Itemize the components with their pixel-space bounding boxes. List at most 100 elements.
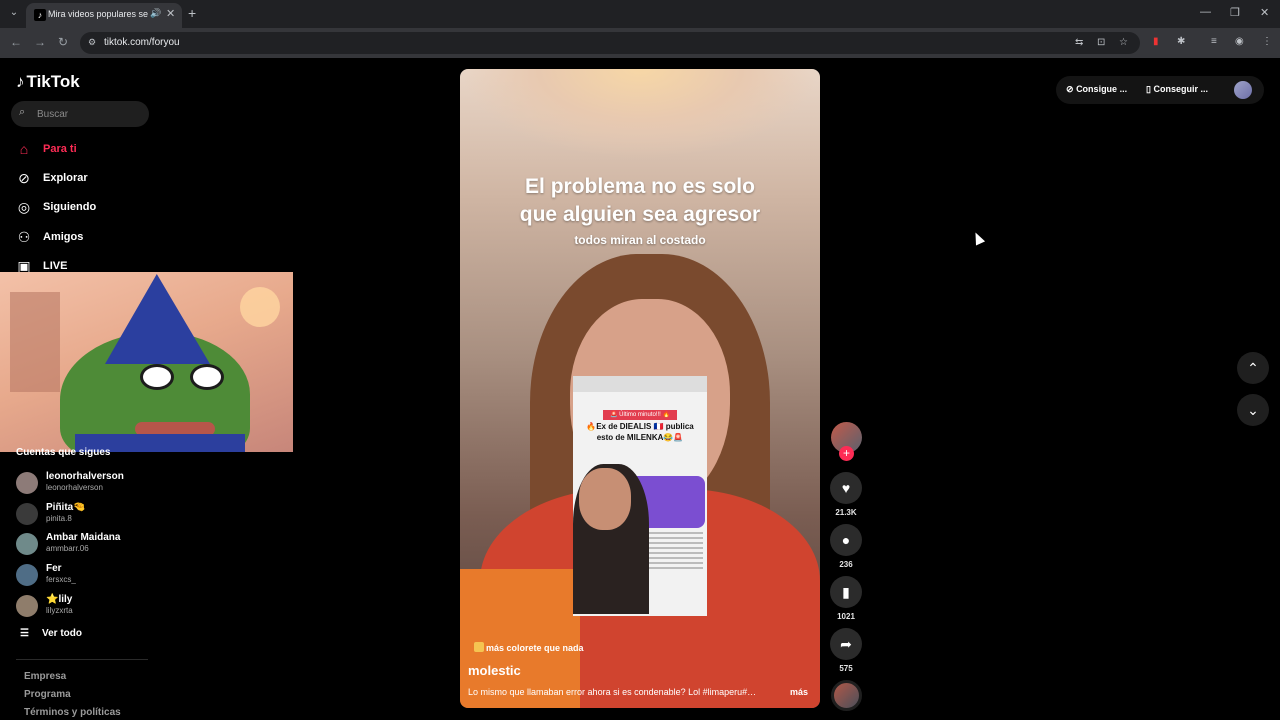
following-account[interactable]: leonorhalverson leonorhalverson [16, 469, 156, 497]
video-headline-line1: El problema no es solo [525, 175, 755, 198]
close-window-icon[interactable]: ✕ [1260, 6, 1269, 19]
following-accounts-title: Cuentas que sigues [16, 447, 111, 458]
address-bar[interactable]: ⚙ tiktok.com/foryou ⇆ ⊡ ☆ [80, 32, 1140, 54]
browser-tabbar: ⌄ ♪ Mira videos populares seleccionados … [0, 0, 1280, 28]
nav-label: LIVE [43, 260, 68, 272]
list-icon: ☰ [20, 628, 29, 639]
forward-icon[interactable]: → [34, 35, 46, 49]
minimize-icon[interactable]: — [1200, 6, 1211, 18]
new-tab-icon[interactable]: + [188, 5, 196, 21]
video-headline-line2: que alguien sea agresor [519, 203, 761, 226]
audio-title: más colorete que nada [486, 643, 584, 653]
video-author[interactable]: molestic [468, 663, 521, 678]
frog-eye-right [190, 364, 224, 390]
restore-icon[interactable]: ❐ [1230, 6, 1240, 19]
reload-icon[interactable]: ↻ [58, 35, 68, 49]
account-username: leonorhalverson [46, 483, 103, 492]
get-coins-button[interactable]: ⊘ Consigue ... [1066, 84, 1127, 95]
see-all-link[interactable]: ☰ Ver todo [20, 628, 82, 639]
get-app-label: Conseguir ... [1153, 84, 1208, 94]
inset-breaking-tag: 🚨 Último minuto!!! 🔥 [603, 410, 677, 420]
tiktok-logo[interactable]: ♪ TikTok [16, 72, 80, 92]
tab-list-icon[interactable]: ⌄ [6, 5, 22, 21]
phone-icon: ▯ [1146, 84, 1151, 94]
inset-header [573, 376, 707, 392]
footer-link-empresa[interactable]: Empresa [24, 671, 66, 682]
search-input[interactable] [37, 106, 142, 122]
footer-link-programa[interactable]: Programa [24, 689, 71, 700]
nav-item-explorar[interactable]: ⊘ Explorar [16, 168, 88, 188]
video-inset-screenshot: 🚨 Último minuto!!! 🔥 🔥Ex de DIEALIS 🇫🇷 p… [573, 376, 707, 616]
nav-label: Para ti [43, 143, 77, 155]
coin-icon: ⊘ [1066, 84, 1074, 94]
following-account[interactable]: ⭐lily lilyzxrta [16, 592, 156, 620]
caption-more-link[interactable]: más [790, 687, 808, 697]
tiktok-note-icon: ♪ [16, 72, 25, 91]
footer-link-terminos[interactable]: Términos y políticas [24, 707, 121, 718]
avatar [16, 533, 38, 555]
comment-count: 236 [839, 560, 853, 569]
account-name: Fer [46, 563, 62, 574]
bookmark-star-icon[interactable]: ☆ [1119, 37, 1128, 48]
inset-person-face [579, 468, 631, 530]
comment-button[interactable]: ● [830, 524, 862, 556]
site-info-icon[interactable]: ⚙ [88, 37, 96, 48]
save-button[interactable]: ▮ [830, 576, 862, 608]
like-button[interactable]: ♥ [830, 472, 862, 504]
menu-kebab-icon[interactable]: ⋮ [1262, 36, 1272, 47]
share-button[interactable]: ➦ [830, 628, 862, 660]
profile-avatar[interactable] [1234, 81, 1252, 99]
music-disc[interactable] [831, 680, 862, 711]
nav-item-para-ti[interactable]: ⌂ Para ti [16, 139, 77, 159]
nav-item-amigos[interactable]: ⚇ Amigos [16, 227, 84, 247]
follow-plus-icon[interactable]: + [839, 446, 854, 461]
top-actions: ⊘ Consigue ... ▯ Conseguir ... [1056, 76, 1264, 104]
avatar [16, 564, 38, 586]
video-ceiling-light [460, 69, 820, 159]
nav-label: Explorar [43, 172, 88, 184]
nav-label: Siguiendo [43, 201, 97, 213]
following-icon: ◎ [17, 198, 31, 215]
video-subline: todos miran al costado [574, 233, 706, 247]
nav-item-siguiendo[interactable]: ◎ Siguiendo [16, 197, 96, 217]
chevron-down-icon: ⌄ [1247, 402, 1259, 418]
speaker-icon[interactable]: 🔊 [150, 8, 161, 19]
music-note-icon [474, 642, 484, 652]
following-account[interactable]: Piñita🤏 pinita.8 [16, 500, 156, 528]
inset-title: 🔥Ex de DIEALIS 🇫🇷 publica esto de MILENK… [586, 422, 694, 442]
following-account[interactable]: Fer fersxcs_ [16, 561, 156, 589]
extension-icon[interactable]: ▮ [1153, 36, 1159, 47]
profile-icon[interactable]: ◉ [1235, 36, 1244, 47]
nav-label: Amigos [43, 231, 84, 243]
account-name: ⭐lily [46, 594, 73, 605]
translate-icon[interactable]: ⇆ [1075, 37, 1083, 48]
audio-badge[interactable]: más colorete que nada [474, 642, 584, 653]
media-control-icon[interactable]: ≡ [1211, 36, 1217, 47]
save-count: 1021 [837, 612, 855, 621]
next-video-button[interactable]: ⌄ [1237, 394, 1269, 426]
friends-icon: ⚇ [17, 228, 31, 245]
previous-video-button[interactable]: ⌃ [1237, 352, 1269, 384]
avatar [16, 472, 38, 494]
browser-toolbar: ← → ↻ ⚙ tiktok.com/foryou ⇆ ⊡ ☆ ▮ ✱ ≡ ◉ … [0, 28, 1280, 58]
extensions-puzzle-icon[interactable]: ✱ [1177, 36, 1185, 47]
heart-icon: ♥ [841, 480, 851, 496]
install-app-icon[interactable]: ⊡ [1097, 37, 1105, 48]
browser-tab[interactable]: ♪ Mira videos populares seleccionados pa… [26, 3, 182, 28]
account-username: ammbarr.06 [46, 544, 89, 553]
video-player[interactable]: El problema no es solo que alguien sea a… [460, 69, 820, 708]
home-icon: ⌂ [19, 141, 29, 157]
account-name: Ambar Maidana [46, 532, 121, 543]
account-username: lilyzxrta [46, 606, 73, 615]
close-tab-icon[interactable]: ✕ [166, 7, 175, 20]
back-icon[interactable]: ← [10, 35, 22, 49]
get-app-button[interactable]: ▯ Conseguir ... [1146, 84, 1208, 95]
frog-eye-left [140, 364, 174, 390]
tab-title: Mira videos populares seleccionados para… [48, 9, 148, 19]
video-headline: El problema no es solo que alguien sea a… [460, 173, 820, 229]
tiktok-favicon-icon: ♪ [34, 9, 46, 21]
following-account[interactable]: Ambar Maidana ammbarr.06 [16, 530, 156, 558]
search-icon[interactable]: ⌕ [19, 106, 25, 119]
avatar [16, 595, 38, 617]
mouse-cursor [970, 230, 986, 246]
